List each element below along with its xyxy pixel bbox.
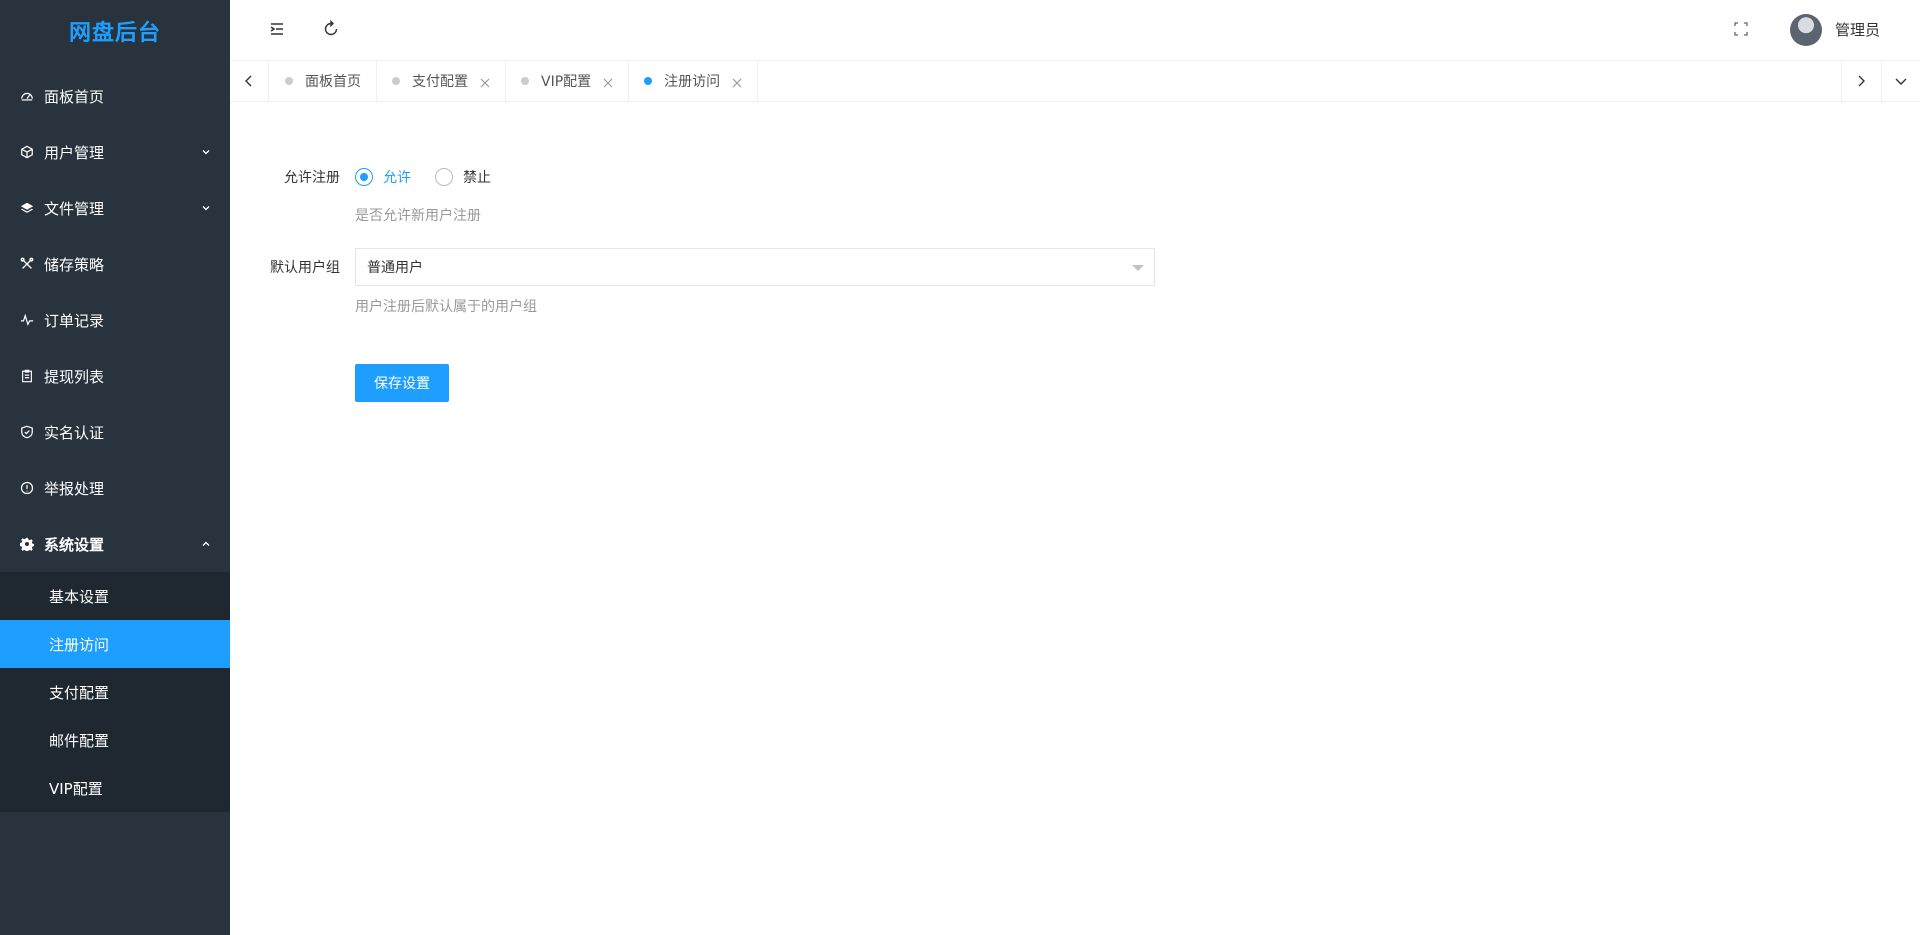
tab-vip[interactable]: VIP配置 <box>506 61 630 101</box>
sidebar-item-reports[interactable]: 举报处理 <box>0 460 230 516</box>
avatar[interactable] <box>1790 14 1822 46</box>
logo: 网盘后台 <box>68 21 161 46</box>
register-row: 允许注册 允许 禁止 <box>230 167 491 187</box>
sidebar-item-label: 面板首页 <box>44 87 105 106</box>
chevron-left-icon <box>245 75 252 87</box>
radio-circle <box>435 168 453 186</box>
pulse-icon <box>20 313 34 327</box>
sidebar-item-dashboard[interactable]: 面板首页 <box>0 68 230 124</box>
sidebar-item-files[interactable]: 文件管理 <box>0 180 230 236</box>
sidebar-item-label: 储存策略 <box>44 255 105 274</box>
sidebar-item-label: 文件管理 <box>44 199 105 218</box>
group-label: 默认用户组 <box>270 260 340 276</box>
main-content: 允许注册 允许 禁止 是否允许新用户注册 默认用户组 普通用户 用户注册后默认属… <box>230 102 1920 935</box>
cube-icon <box>20 145 34 159</box>
sidebar-item-settings[interactable]: 系统设置 <box>0 516 230 572</box>
tab-bar: 面板首页 支付配置 VIP配置 注册访问 <box>230 61 1920 102</box>
radio-label: 禁止 <box>463 170 491 186</box>
sidebar-item-label: 用户管理 <box>44 143 105 162</box>
info-icon <box>20 481 34 495</box>
tab-payment[interactable]: 支付配置 <box>377 61 506 101</box>
fullscreen-icon[interactable] <box>1734 21 1748 36</box>
register-label: 允许注册 <box>284 170 340 186</box>
chevron-right-icon <box>1858 75 1865 87</box>
close-icon[interactable] <box>603 76 613 88</box>
tabs-prev-button[interactable] <box>230 61 269 101</box>
tab-label: VIP配置 <box>541 74 592 90</box>
submenu-item-mail[interactable]: 邮件配置 <box>0 716 230 764</box>
radio-circle <box>355 168 373 186</box>
tab-dashboard[interactable]: 面板首页 <box>270 61 377 101</box>
radio-label: 允许 <box>383 170 411 186</box>
submenu-item-register[interactable]: 注册访问 <box>0 620 230 668</box>
sidebar-item-users[interactable]: 用户管理 <box>0 124 230 180</box>
chevron-down-icon <box>1895 78 1907 85</box>
menu-toggle-icon[interactable] <box>268 20 286 38</box>
tabs-next-button[interactable] <box>1841 61 1880 101</box>
sidebar-item-storage[interactable]: 储存策略 <box>0 236 230 292</box>
register-help: 是否允许新用户注册 <box>355 208 481 224</box>
sidebar-item-label: 提现列表 <box>44 367 105 386</box>
shield-icon <box>20 425 34 439</box>
group-row: 默认用户组 普通用户 <box>230 248 1155 286</box>
layers-icon <box>20 201 34 215</box>
gear-icon <box>20 537 34 551</box>
tab-label: 注册访问 <box>664 74 721 90</box>
tab-status-dot <box>521 77 529 85</box>
deny-radio[interactable]: 禁止 <box>435 167 491 187</box>
chevron-down-icon <box>202 150 210 155</box>
dashboard-icon <box>20 89 34 103</box>
chevron-down-icon <box>202 206 210 211</box>
close-icon[interactable] <box>732 76 742 88</box>
sidebar-item-label: 实名认证 <box>44 423 105 442</box>
sidebar-item-withdrawals[interactable]: 提现列表 <box>0 348 230 404</box>
tab-register[interactable]: 注册访问 <box>629 61 759 101</box>
submenu-item-payment[interactable]: 支付配置 <box>0 668 230 716</box>
caret-down-icon <box>1132 265 1144 271</box>
user-group-select[interactable]: 普通用户 <box>355 248 1155 286</box>
sidebar-item-orders[interactable]: 订单记录 <box>0 292 230 348</box>
tab-status-dot <box>644 77 653 85</box>
tab-list: 面板首页 支付配置 VIP配置 注册访问 <box>270 61 759 101</box>
settings-submenu: 基本设置 注册访问 支付配置 邮件配置 VIP配置 <box>0 572 230 812</box>
clipboard-icon <box>20 369 34 383</box>
allow-radio[interactable]: 允许 <box>355 167 411 187</box>
tabs-menu-button[interactable] <box>1881 61 1920 101</box>
sidebar-item-label: 订单记录 <box>44 311 105 330</box>
tab-label: 支付配置 <box>412 74 468 90</box>
group-help: 用户注册后默认属于的用户组 <box>355 299 537 315</box>
sidebar-item-label: 系统设置 <box>44 535 105 554</box>
sidebar-item-label: 举报处理 <box>44 479 105 498</box>
save-button[interactable]: 保存设置 <box>355 364 449 402</box>
tab-status-dot <box>285 77 293 85</box>
tab-status-dot <box>392 77 400 85</box>
admin-name[interactable]: 管理员 <box>1835 19 1880 40</box>
select-value: 普通用户 <box>367 260 423 276</box>
sidebar: 网盘后台 面板首页 用户管理 文件管理 储存策略 订单记录 提现列表 实名认证 … <box>0 0 230 935</box>
top-header: 管理员 <box>230 0 1920 61</box>
submenu-item-vip[interactable]: VIP配置 <box>0 764 230 812</box>
tab-label: 面板首页 <box>305 74 361 90</box>
chevron-up-icon <box>202 541 210 546</box>
sidebar-item-verification[interactable]: 实名认证 <box>0 404 230 460</box>
tools-icon <box>20 257 34 271</box>
submenu-item-basic[interactable]: 基本设置 <box>0 572 230 620</box>
close-icon[interactable] <box>480 76 490 88</box>
refresh-icon[interactable] <box>322 19 340 38</box>
